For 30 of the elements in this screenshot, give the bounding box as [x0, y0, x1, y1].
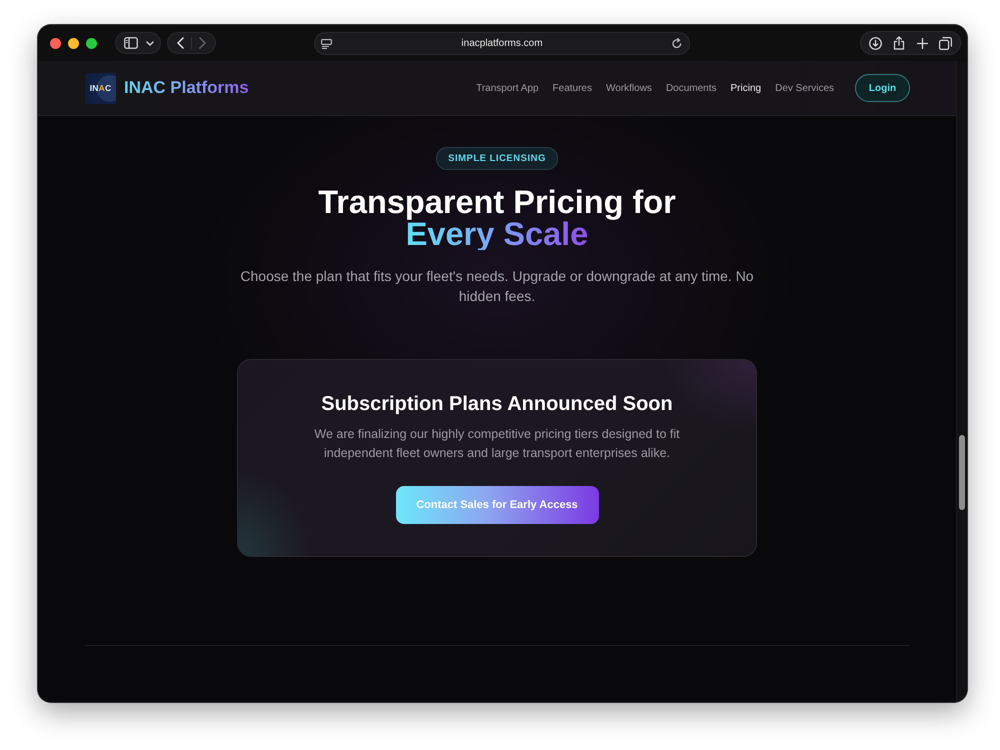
login-button[interactable]: Login — [855, 74, 910, 102]
tabs-icon[interactable] — [938, 36, 952, 50]
url-text: inacplatforms.com — [461, 38, 543, 49]
forward-icon — [199, 37, 206, 49]
close-button[interactable] — [50, 38, 61, 48]
logo-mark[interactable]: INAC — [85, 72, 116, 104]
reader-icon — [321, 38, 332, 48]
download-icon[interactable] — [869, 36, 882, 50]
chevron-down-icon — [146, 40, 154, 46]
hero-subtitle: Choose the plan that fits your fleet's needs. Upgrade or downgrade at any time. No hidden fees. — [239, 267, 755, 306]
nav-link[interactable]: Features — [552, 82, 592, 94]
share-icon[interactable] — [893, 36, 906, 50]
sidebar-button[interactable] — [115, 32, 161, 54]
zoom-button[interactable] — [86, 38, 97, 48]
card-title: Subscription Plans Announced Soon — [321, 392, 673, 416]
sidebar-icon — [124, 37, 138, 49]
card-text: We are finalizing our highly competitive pricing tiers designed to fit independent fleet owners and large transport enterprises alike. — [313, 426, 681, 462]
nav-link[interactable]: Workflows — [606, 82, 652, 94]
plus-icon[interactable] — [916, 38, 928, 48]
back-icon — [177, 37, 184, 49]
nav-link[interactable]: Dev Services — [775, 82, 834, 94]
reload-icon[interactable] — [672, 38, 682, 49]
section-badge: SIMPLE LICENSING — [436, 147, 558, 170]
nav-link[interactable]: Pricing — [730, 82, 762, 94]
minimize-button[interactable] — [68, 38, 79, 48]
address-bar[interactable]: inacplatforms.com — [314, 32, 690, 55]
hero-title: Transparent Pricing for — [318, 186, 676, 218]
nav-link[interactable]: Transport App — [476, 82, 539, 94]
scrollbar-thumb[interactable] — [959, 435, 965, 510]
nav-link[interactable]: Documents — [666, 82, 717, 94]
